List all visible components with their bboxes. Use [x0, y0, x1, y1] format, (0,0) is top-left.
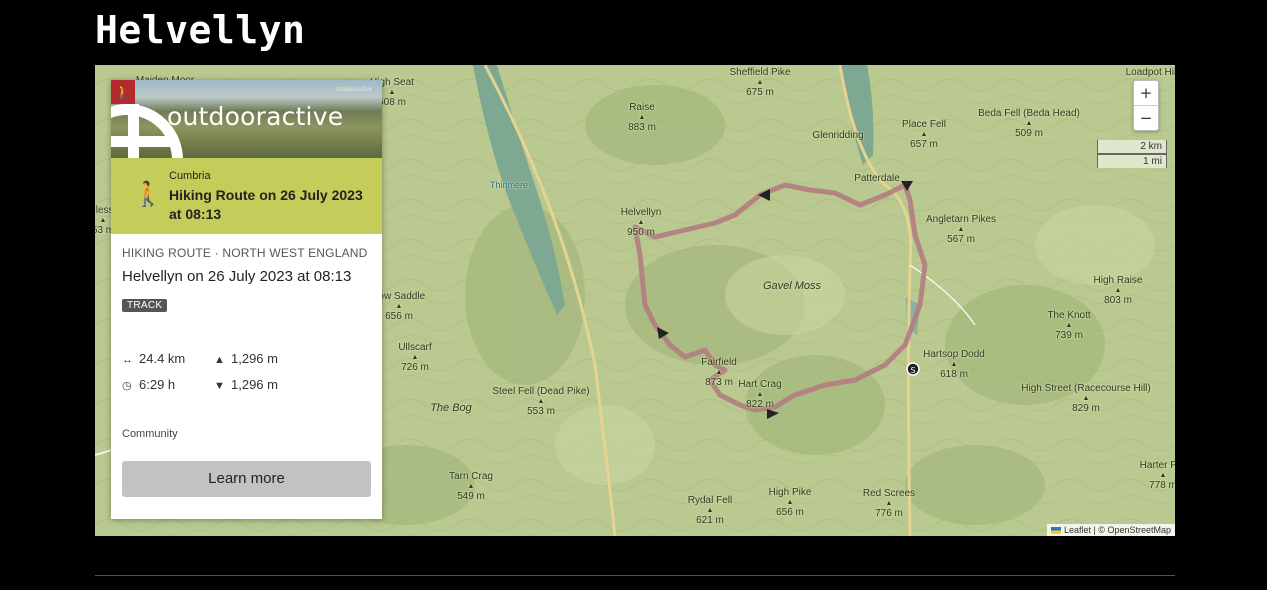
- scale-mi: 1 mi: [1097, 154, 1167, 168]
- map-label: Sheffield Pike ▲ 675 m: [729, 67, 791, 98]
- page-title: Helvellyn: [95, 8, 306, 52]
- brand-name: outdooractive: [167, 102, 344, 131]
- photo-caption: outdooractive: [335, 87, 372, 93]
- map-label: Helvellyn ▲ 950 m: [620, 207, 662, 238]
- map-label: Hartsop Dodd ▲ 618 m: [923, 349, 985, 380]
- map-label: Thirlmere: [489, 180, 529, 190]
- zoom-out-button[interactable]: −: [1134, 105, 1158, 130]
- clock-icon: ◷: [122, 380, 132, 392]
- route-region: Cumbria: [169, 170, 211, 182]
- route-category: HIKING ROUTE · NORTH WEST ENGLAND: [122, 246, 368, 260]
- map-label: Patterdale: [854, 173, 900, 184]
- route-author: Community: [122, 428, 178, 440]
- map-label: Angletarn Pikes ▲ 567 m: [925, 214, 997, 245]
- ascent-value: 1,296 m: [231, 351, 278, 366]
- scale-bar: 2 km 1 mi: [1097, 140, 1167, 168]
- ukraine-flag-icon: [1050, 527, 1061, 534]
- route-header-title: Hiking Route on 26 July 2023 at 08:13: [169, 187, 363, 222]
- brand-logo-bar: [111, 136, 171, 147]
- track-badge: TRACK: [122, 299, 168, 312]
- distance-value: 24.4 km: [139, 351, 186, 366]
- scale-km: 2 km: [1097, 140, 1167, 154]
- zoom-in-button[interactable]: +: [1134, 81, 1158, 105]
- svg-text:S: S: [910, 366, 915, 375]
- descent-icon: ▼: [214, 380, 225, 392]
- route-title[interactable]: Helvellyn on 26 July 2023 at 08:13: [122, 268, 371, 285]
- map-label: High Pike ▲ 656 m: [768, 487, 812, 518]
- map-label: Loadpot Hill: [1125, 67, 1175, 78]
- attribution-link[interactable]: Leaflet | © OpenStreetMap: [1064, 525, 1171, 535]
- map-label: The Bog: [430, 402, 472, 414]
- map-attribution[interactable]: Leaflet | © OpenStreetMap: [1046, 524, 1175, 536]
- map-container[interactable]: S Maiden Moor High Seat▲608 m Sheffield …: [95, 65, 1175, 536]
- hiking-icon: 🚶: [111, 80, 135, 104]
- map-label: Fairfield ▲ 873 m: [701, 357, 737, 388]
- distance-icon: ↔: [122, 354, 133, 366]
- map-label: Raise ▲ 883 m: [628, 102, 656, 133]
- footer-divider: [95, 575, 1175, 576]
- map-label: Ullscarf ▲ 726 m: [398, 342, 432, 373]
- map-label: Beda Fell (Beda Head) ▲ 509 m: [978, 108, 1080, 139]
- map-label: Place Fell ▲ 657 m: [902, 119, 946, 150]
- map-label: Gavel Moss: [762, 280, 822, 292]
- route-stats: ↔ 24.4 km ▲ 1,296 m ◷ 6:29 h ▼ 1,296 m: [122, 351, 371, 392]
- map-label: High Raise ▲ 803 m: [1093, 275, 1143, 306]
- duration-value: 6:29 h: [139, 377, 176, 392]
- zoom-control: + −: [1133, 80, 1159, 131]
- route-card[interactable]: outdooractive 🚶 outdooractive 🚶 Cumbria …: [111, 80, 382, 519]
- map-label: Steel Fell (Dead Pike) ▲ 553 m: [492, 386, 590, 417]
- route-header: 🚶 Cumbria Hiking Route on 26 July 2023 a…: [111, 158, 382, 234]
- route-photo: outdooractive 🚶 outdooractive: [111, 80, 382, 158]
- map-label: Harter Fell▲778 m: [1139, 460, 1175, 491]
- map-label: The Knott ▲ 739 m: [1047, 310, 1091, 341]
- map-label: Rydal Fell ▲ 621 m: [687, 495, 733, 526]
- descent-value: 1,296 m: [231, 377, 278, 392]
- hiker-icon: 🚶: [133, 181, 163, 208]
- map-label: Red Screes ▲ 776 m: [862, 488, 916, 519]
- map-label: High Street (Racecourse Hill) ▲ 829 m: [1021, 383, 1151, 414]
- map-label: Hart Crag ▲ 822 m: [738, 379, 782, 410]
- map-label: Tarn Crag ▲ 549 m: [449, 471, 493, 502]
- learn-more-button[interactable]: Learn more: [122, 461, 371, 497]
- brand-logo-bar: [128, 104, 139, 158]
- ascent-icon: ▲: [214, 354, 225, 366]
- map-label: Glenridding: [812, 130, 864, 141]
